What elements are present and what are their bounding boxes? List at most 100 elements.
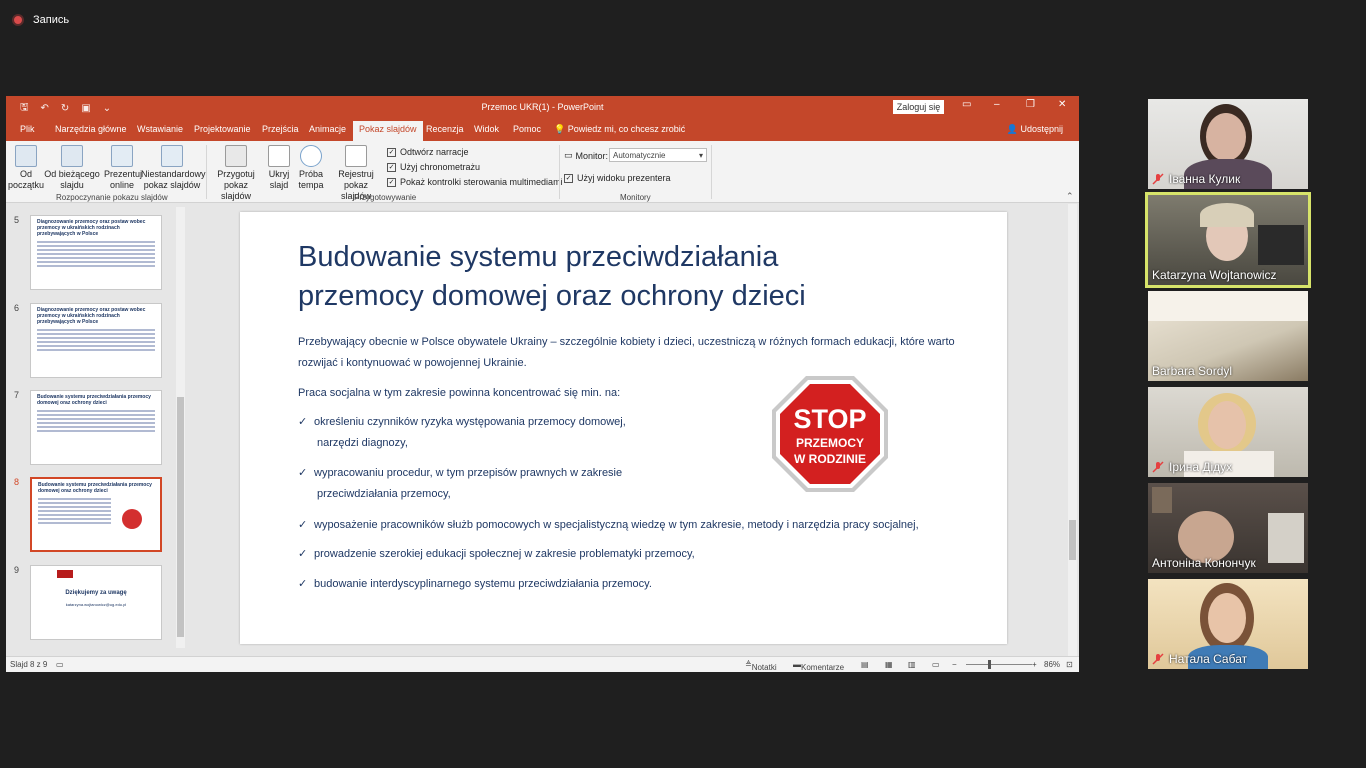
- slide-title[interactable]: Budowanie systemu przeciwdziałania przem…: [298, 238, 948, 316]
- participant-tile-active-speaker[interactable]: Katarzyna Wojtanowicz: [1145, 192, 1311, 288]
- tab-file[interactable]: Plik: [20, 124, 35, 134]
- minimize-icon[interactable]: –: [994, 99, 1000, 110]
- record-icon: [12, 14, 24, 26]
- mic-muted-icon: [1152, 173, 1164, 185]
- group-label-setup: Przygotowywanie: [354, 193, 417, 202]
- participant-name: Barbara Sordyl: [1152, 364, 1233, 378]
- show-media-controls-checkbox[interactable]: ✓ Pokaż kontrolki sterowania multimediam…: [387, 177, 563, 187]
- slide-bullet[interactable]: ✓ wypracowaniu procedur, w tym przepisów…: [298, 463, 622, 505]
- lightbulb-icon: 💡: [554, 124, 566, 134]
- globe-screen-icon: [111, 145, 133, 167]
- mic-muted-icon: [1152, 653, 1164, 665]
- tab-slide-show[interactable]: Pokaz slajdów: [353, 121, 423, 141]
- zoom-in-icon[interactable]: +: [1032, 660, 1037, 669]
- slide-thumbnail-9[interactable]: Dziękujemy za uwagę katarzyna.wojtanowic…: [30, 565, 162, 640]
- from-current-slide-button[interactable]: Od bieżącego slajdu: [44, 145, 100, 191]
- checkbox-checked-icon: ✓: [387, 162, 396, 172]
- hide-slide-button[interactable]: Ukryj slajd: [265, 145, 293, 191]
- ribbon-display-icon[interactable]: ▭: [962, 99, 971, 110]
- tab-design[interactable]: Projektowanie: [194, 124, 251, 134]
- participant-tile[interactable]: Ірина Дідух: [1148, 387, 1308, 477]
- presenter-view-checkbox[interactable]: ✓ Użyj widoku prezentera: [564, 173, 671, 183]
- normal-view-icon[interactable]: ▤: [861, 660, 869, 669]
- thumbnail-scrollbar[interactable]: [176, 207, 185, 648]
- slide-thumbnail-panel: 5 Diagnozowanie przemocy oraz postaw wob…: [6, 204, 190, 656]
- check-icon: ✓: [298, 548, 308, 560]
- participant-name: Katarzyna Wojtanowicz: [1152, 268, 1277, 282]
- share-button[interactable]: 👤 Udostępnij: [1007, 124, 1063, 135]
- thumbnail-number: 8: [14, 477, 20, 487]
- zoom-slider[interactable]: [966, 664, 1032, 665]
- university-logo: [57, 570, 73, 578]
- participant-tile[interactable]: Barbara Sordyl: [1148, 291, 1308, 381]
- stop-sign-thumbnail: [122, 509, 142, 529]
- custom-slide-show-button[interactable]: Niestandardowy pokaz slajdów: [141, 145, 206, 191]
- from-beginning-button[interactable]: Od początku: [8, 145, 44, 191]
- rehearse-timings-button[interactable]: Próba tempa: [297, 145, 325, 191]
- participant-tile[interactable]: Натала Сабат: [1148, 579, 1308, 669]
- tab-review[interactable]: Recenzja: [426, 124, 464, 134]
- close-icon[interactable]: ✕: [1058, 99, 1066, 110]
- slide-sorter-icon[interactable]: ▦: [885, 660, 893, 669]
- tab-animations[interactable]: Animacje: [309, 124, 346, 134]
- participant-tile[interactable]: Іванна Кулик: [1148, 99, 1308, 189]
- stop-sign-word: STOP: [793, 404, 866, 434]
- participant-name: Антоніна Конончук: [1152, 556, 1256, 570]
- ribbon-tabs: Plik Narzędzia główne Wstawianie Projekt…: [6, 118, 1079, 141]
- monitor-select[interactable]: Automatycznie ▾: [609, 148, 707, 162]
- login-button[interactable]: Zaloguj się: [893, 100, 944, 114]
- play-narrations-checkbox[interactable]: ✓ Odtwórz narracje: [387, 147, 469, 157]
- scroll-thumb[interactable]: [177, 397, 184, 637]
- tab-view[interactable]: Widok: [474, 124, 499, 134]
- slide-bullet[interactable]: ✓ prowadzenie szerokiej edukacji społecz…: [298, 544, 695, 565]
- slide-paragraph[interactable]: Praca socjalna w tym zakresie powinna ko…: [298, 383, 620, 404]
- custom-show-icon: [161, 145, 183, 167]
- tab-home[interactable]: Narzędzia główne: [55, 124, 127, 134]
- slideshow-view-icon[interactable]: ▭: [932, 660, 940, 669]
- stop-sign-line2: PRZEMOCY: [796, 436, 864, 450]
- present-online-button[interactable]: Prezentuj online: [104, 145, 142, 191]
- zoom-out-icon[interactable]: −: [952, 660, 957, 669]
- check-icon: ✓: [298, 467, 308, 479]
- slide-counter: Slajd 8 z 9: [10, 660, 48, 669]
- use-timings-checkbox[interactable]: ✓ Użyj chronometrażu: [387, 162, 480, 172]
- record-slideshow-icon: [345, 145, 367, 167]
- thumbnail-number: 9: [14, 565, 20, 575]
- maximize-icon[interactable]: ❐: [1026, 99, 1035, 110]
- scroll-thumb[interactable]: [1069, 520, 1076, 560]
- reading-view-icon[interactable]: ▥: [908, 660, 916, 669]
- spellcheck-icon[interactable]: ▭: [56, 660, 64, 669]
- comments-button[interactable]: ▬ Komentarze: [793, 660, 844, 672]
- editor-scrollbar[interactable]: [1068, 204, 1077, 656]
- tab-insert[interactable]: Wstawianie: [137, 124, 183, 134]
- stop-sign-image[interactable]: STOP PRZEMOCY W RODZINIE: [768, 372, 892, 496]
- slide-thumbnail-7[interactable]: Budowanie systemu przeciwdziałania przem…: [30, 390, 162, 465]
- monitor-label: ▭ Monitor:: [564, 150, 609, 161]
- notes-button[interactable]: ≜ Notatki: [745, 660, 777, 672]
- tab-transitions[interactable]: Przejścia: [262, 124, 299, 134]
- participant-name: Натала Сабат: [1152, 652, 1247, 666]
- slide-thumbnail-5[interactable]: Diagnozowanie przemocy oraz postaw wobec…: [30, 215, 162, 290]
- fit-to-window-icon[interactable]: ⊡: [1066, 660, 1073, 669]
- slide-thumbnail-8-selected[interactable]: Budowanie systemu przeciwdziałania przem…: [30, 477, 162, 552]
- slide-bullet[interactable]: ✓ określeniu czynników ryzyka występowan…: [298, 412, 626, 454]
- slide-bullet[interactable]: ✓ budowanie interdyscyplinarnego systemu…: [298, 574, 652, 595]
- check-icon: ✓: [298, 416, 308, 428]
- participant-tile[interactable]: Антоніна Конончук: [1148, 483, 1308, 573]
- slideshow-start-icon: [15, 145, 37, 167]
- chevron-down-icon: ▾: [698, 151, 703, 160]
- slide-paragraph[interactable]: Przebywający obecnie w Polsce obywatele …: [298, 332, 978, 374]
- tab-help[interactable]: Pomoc: [513, 124, 541, 134]
- tell-me-search[interactable]: 💡 Powiedz mi, co chcesz zrobić: [554, 124, 685, 135]
- group-separator: [206, 145, 207, 199]
- group-separator: [711, 145, 712, 199]
- checkbox-checked-icon: ✓: [564, 173, 573, 183]
- set-up-slide-show-button[interactable]: Przygotuj pokaz slajdów: [209, 145, 263, 202]
- zoom-slider-handle[interactable]: [988, 660, 991, 669]
- zoom-level: 86%: [1044, 660, 1061, 669]
- slide-canvas[interactable]: Budowanie systemu przeciwdziałania przem…: [240, 212, 1007, 644]
- status-bar: Slajd 8 z 9 ▭ ≜ Notatki ▬ Komentarze ▤ ▦…: [6, 656, 1079, 672]
- slide-bullet[interactable]: ✓ wyposażenie pracowników służb pomocowy…: [298, 515, 919, 536]
- slide-thumbnail-6[interactable]: Diagnozowanie przemocy oraz postaw wobec…: [30, 303, 162, 378]
- collapse-ribbon-icon[interactable]: ⌃: [1066, 191, 1074, 202]
